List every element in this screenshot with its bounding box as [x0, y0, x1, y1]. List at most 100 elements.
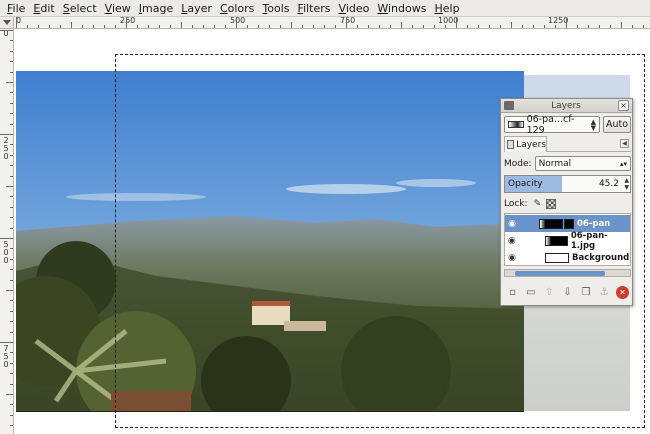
ruler-tick [0, 238, 13, 239]
ruler-tick [10, 248, 13, 250]
ruler-tick [192, 25, 193, 28]
new-layer-icon[interactable]: ▫ [506, 286, 519, 299]
menu-colors[interactable]: Colors [216, 0, 258, 17]
ruler-tick [126, 17, 127, 28]
ruler-tick [27, 25, 28, 28]
ruler-tick [379, 25, 380, 28]
opacity-slider[interactable]: Opacity 45.2 ▲ ▼ [504, 175, 631, 193]
ruler-tick [93, 25, 94, 28]
menu-view[interactable]: View [101, 0, 135, 17]
spin-arrows-icon[interactable]: ▲ ▼ [624, 177, 629, 191]
ruler-tick [10, 425, 13, 427]
menu-layer[interactable]: Layer [177, 0, 216, 17]
layer-buttons-row: ▫ ▭ ⇧ ⇩ ❐ ⚓ ✕ [504, 284, 631, 300]
ruler-tick [324, 25, 325, 28]
ruler-tick [10, 279, 13, 281]
ruler-tick [10, 123, 13, 125]
raise-layer-icon[interactable]: ⇧ [543, 286, 556, 299]
horizontal-ruler[interactable]: 0 250 500 750 1000 1250 [14, 17, 650, 29]
visibility-eye-icon[interactable]: ◉ [505, 236, 519, 246]
ruler-tick [10, 383, 13, 385]
ruler-tick [632, 25, 633, 28]
layer-row[interactable]: ◉ 06-pan-1.jpg [505, 231, 630, 251]
anchor-layer-icon[interactable]: ⚓ [598, 286, 611, 299]
ruler-tick [280, 25, 281, 28]
ruler-tick [6, 290, 13, 291]
duplicate-layer-icon[interactable]: ❐ [579, 286, 592, 299]
layer-list: ◉ 06-pan ◉ 06-pan-1.jpg ◉ Background [504, 213, 631, 266]
layer-mask-thumbnail [564, 218, 574, 229]
ruler-tick [10, 196, 13, 198]
ruler-tick [10, 71, 13, 73]
menu-filters[interactable]: Filters [294, 0, 335, 17]
delete-layer-icon[interactable]: ✕ [615, 285, 629, 299]
menu-windows[interactable]: Windows [373, 0, 430, 17]
menu-file[interactable]: File [3, 0, 29, 17]
image-selector[interactable]: 06-pa...cf-129 ▲ ▼ [504, 114, 600, 136]
ruler-tick [10, 404, 13, 406]
image-thumbnail [508, 121, 524, 128]
visibility-eye-icon[interactable]: ◉ [505, 219, 519, 229]
ruler-tick [214, 25, 215, 28]
ruler-tick [302, 25, 303, 28]
ruler-label: 750 [340, 17, 356, 25]
new-group-icon[interactable]: ▭ [524, 286, 537, 299]
window-menu-icon[interactable] [504, 101, 514, 110]
ruler-corner-button[interactable] [0, 17, 14, 29]
ruler-tick [10, 258, 13, 260]
ruler-tick [148, 25, 149, 28]
scrollbar-thumb[interactable] [515, 271, 605, 276]
lock-alpha-icon[interactable] [546, 199, 557, 209]
layer-row[interactable]: ◉ Background [505, 249, 630, 266]
ruler-tick [10, 165, 13, 167]
vertical-ruler[interactable]: 0 250 500 750 [0, 29, 14, 434]
ruler-tick [368, 25, 369, 28]
menu-video[interactable]: Video [335, 0, 374, 17]
ruler-label: 250 [120, 17, 136, 25]
auto-button[interactable]: Auto [603, 116, 631, 133]
ruler-tick [10, 321, 13, 323]
close-icon[interactable]: × [617, 100, 629, 111]
lock-row: Lock: ✎ [504, 198, 557, 210]
ruler-tick [10, 40, 13, 42]
tab-layers-label: Layers [516, 139, 546, 150]
horizontal-scrollbar[interactable] [504, 269, 631, 277]
layer-thumbnail [544, 235, 568, 246]
lower-layer-icon[interactable]: ⇩ [561, 286, 574, 299]
ruler-tick [137, 25, 138, 28]
ruler-tick [60, 25, 61, 28]
ruler-tick [104, 25, 105, 28]
ruler-tick [313, 25, 314, 28]
menu-select[interactable]: Select [59, 0, 101, 17]
ruler-tick [38, 25, 39, 28]
ruler-tick [10, 352, 13, 354]
ruler-label: 500 [3, 240, 9, 265]
tab-menu-icon[interactable]: ◀ [620, 139, 629, 148]
ruler-tick [16, 17, 17, 28]
mode-select[interactable]: Normal ▴▾ [534, 156, 631, 171]
ruler-tick [533, 25, 534, 28]
ruler-tick [10, 362, 13, 364]
layer-row[interactable]: ◉ 06-pan [505, 215, 630, 232]
menu-image[interactable]: Image [135, 0, 177, 17]
layers-title-bar[interactable]: Layers × [501, 99, 632, 113]
ruler-tick [610, 25, 611, 28]
ruler-tick [10, 331, 13, 333]
lock-label: Lock: [504, 199, 528, 209]
ruler-tick [269, 25, 270, 28]
ruler-tick [467, 25, 468, 28]
triangle-right-icon [2, 20, 11, 25]
ruler-tick [71, 22, 72, 28]
ruler-tick [599, 25, 600, 28]
ruler-tick [10, 144, 13, 146]
menu-help[interactable]: Help [430, 0, 463, 17]
ruler-tick [10, 373, 13, 375]
visibility-eye-icon[interactable]: ◉ [505, 253, 519, 263]
lock-pixels-icon[interactable]: ✎ [534, 199, 542, 209]
menu-tools[interactable]: Tools [258, 0, 293, 17]
ruler-tick [49, 25, 50, 28]
ruler-tick [412, 25, 413, 28]
menu-edit[interactable]: Edit [29, 0, 58, 17]
ruler-tick [6, 394, 13, 395]
tab-layers[interactable]: Layers [504, 136, 547, 152]
